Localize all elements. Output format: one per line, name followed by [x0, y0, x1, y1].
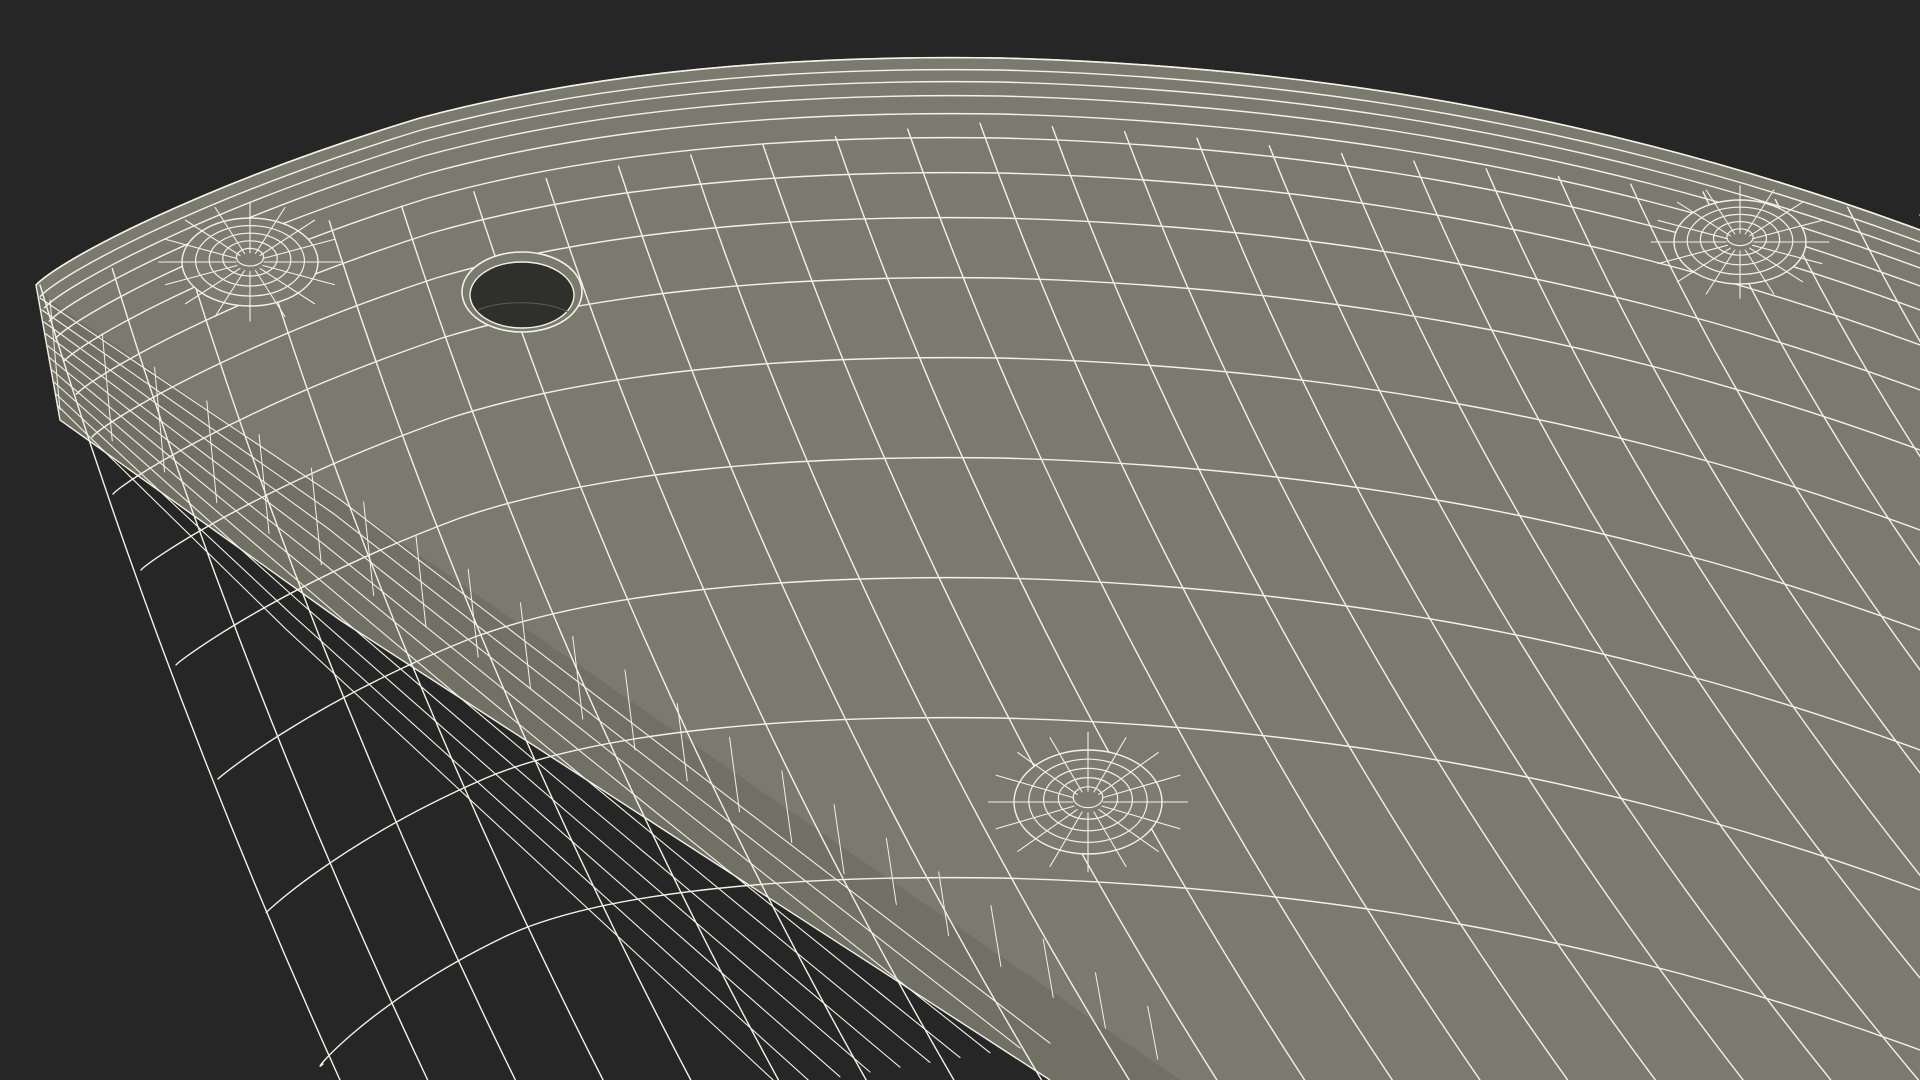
screw-head-left: [158, 202, 342, 322]
screw-head-right: [1650, 185, 1830, 299]
wireframe-mesh-render: [0, 0, 1920, 1080]
wireframe-viewport: [0, 0, 1920, 1080]
through-hole: [461, 251, 583, 333]
screw-head-front: [988, 731, 1188, 873]
